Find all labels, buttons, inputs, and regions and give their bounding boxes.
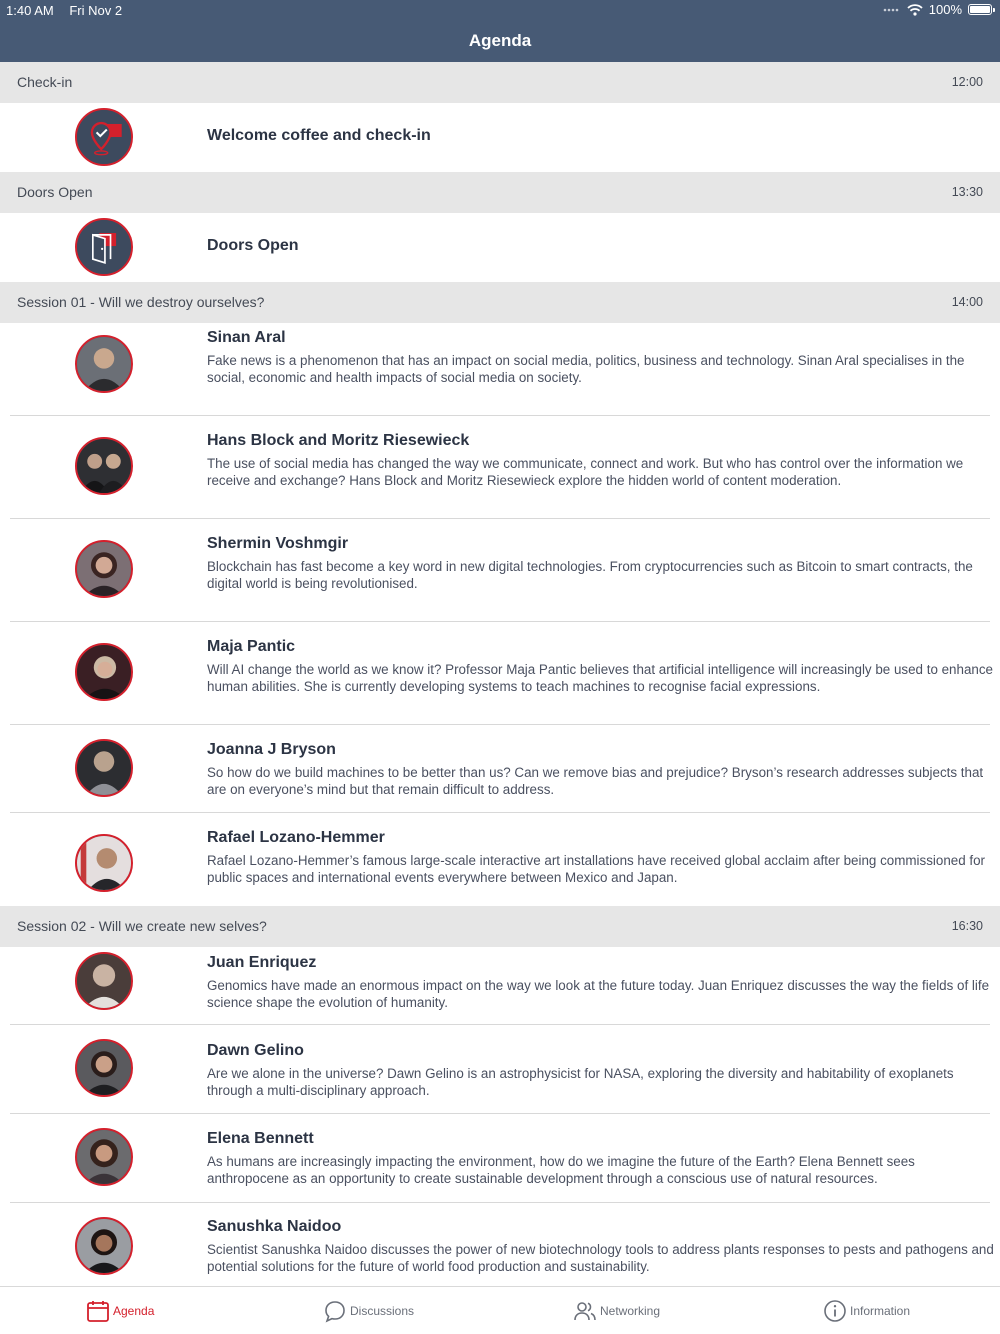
tab-discussions[interactable]: Discussions [323,1299,414,1323]
speaker-avatar [75,739,133,797]
tab-bar: Agenda Discussions Networking Informatio… [0,1286,1000,1334]
door-icon [75,218,133,276]
speaker-description: Will AI change the world as we know it? … [207,662,993,694]
speaker-description: Genomics have made an enormous impact on… [207,978,990,1010]
agenda-item-sinan-aral[interactable]: Sinan Aral Fake news is a phenomenon tha… [0,323,1000,416]
checkin-pin-icon [75,108,133,166]
section-title: Session 01 - Will we destroy ourselves? [17,294,265,310]
speaker-avatar [75,540,133,598]
speaker-name: Rafael Lozano-Hemmer [207,829,385,846]
agenda-item-shermin-voshmgir[interactable]: Shermin Voshmgir Blockchain has fast bec… [0,519,1000,622]
tab-label: Agenda [113,1304,155,1318]
section-title: Doors Open [17,184,93,200]
speaker-description: So how do we build machines to be better… [207,765,984,797]
section-time: 12:00 [951,75,983,89]
agenda-item-maja-pantic[interactable]: Maja Pantic Will AI change the world as … [0,622,1000,725]
speaker-description: Blockchain has fast become a key word in… [207,559,973,591]
speaker-name: Juan Enriquez [207,954,317,971]
page-title: Agenda [468,31,532,50]
speaker-description: Scientist Sanushka Naidoo discusses the … [207,1242,994,1274]
speaker-name: Shermin Voshmgir [207,535,349,552]
agenda-item-welcome-coffee[interactable]: Welcome coffee and check-in [0,103,1000,172]
speaker-avatar [75,335,133,393]
chat-bubble-icon [325,1301,345,1323]
speaker-description: As humans are increasingly impacting the… [207,1154,915,1186]
section-header-session-01: Session 01 - Will we destroy ourselves? … [0,282,1000,323]
info-icon [824,1300,846,1322]
wifi-icon [907,3,923,16]
section-time: 16:30 [951,919,983,933]
section-header-checkin: Check-in 12:00 [0,62,1000,103]
section-header-session-02: Session 02 - Will we create new selves? … [0,906,1000,947]
agenda-item-juan-enriquez[interactable]: Juan Enriquez Genomics have made an enor… [0,947,1000,1025]
section-time: 13:30 [951,185,983,199]
agenda-item-title: Doors Open [207,237,299,254]
tab-label: Networking [600,1304,661,1318]
tab-label: Information [850,1304,911,1318]
agenda-item-hans-block-moritz-riesewieck[interactable]: Hans Block and Moritz Riesewieck The use… [0,416,1000,519]
speaker-name: Maja Pantic [207,638,296,655]
speaker-name: Sanushka Naidoo [207,1218,342,1235]
speaker-avatar [75,437,133,495]
speaker-avatar [75,1039,133,1097]
speaker-name: Joanna J Bryson [207,741,336,758]
people-icon [574,1302,596,1321]
tab-label: Discussions [350,1304,415,1318]
speaker-avatar [75,1217,133,1275]
status-date: Fri Nov 2 [69,3,123,18]
section-header-doors-open: Doors Open 13:30 [0,172,1000,213]
agenda-item-title: Welcome coffee and check-in [207,127,431,144]
agenda-item-joanna-bryson[interactable]: Joanna J Bryson So how do we build machi… [0,725,1000,813]
battery-percent: 100% [928,2,962,17]
speaker-name: Dawn Gelino [207,1042,304,1059]
calendar-icon [87,1301,109,1322]
status-bar-left: 1:40 AM Fri Nov 2 [6,3,134,18]
speaker-name: Elena Bennett [207,1130,314,1147]
signal-dots-icon [883,8,899,11]
speaker-description: The use of social media has changed the … [207,456,964,488]
agenda-item-rafael-lozano-hemmer[interactable]: Rafael Lozano-Hemmer Rafael Lozano-Hemme… [0,813,1000,906]
agenda-item-sanushka-naidoo[interactable]: Sanushka Naidoo Scientist Sanushka Naido… [0,1203,1000,1286]
status-time: 1:40 AM [6,3,54,18]
speaker-description: Rafael Lozano-Hemmer’s famous large-scal… [207,853,986,885]
section-time: 14:00 [951,295,983,309]
speaker-avatar [75,834,133,892]
agenda-item-elena-bennett[interactable]: Elena Bennett As humans are increasingly… [0,1114,1000,1203]
speaker-name: Sinan Aral [207,329,286,346]
battery-icon [968,4,995,15]
tab-information[interactable]: Information [823,1299,910,1323]
agenda-item-doors-open[interactable]: Doors Open [0,213,1000,282]
speaker-avatar [75,952,133,1010]
status-bar-right: 100% [883,2,995,17]
speaker-avatar [75,643,133,701]
speaker-description: Fake news is a phenomenon that has an im… [207,353,965,385]
tab-agenda[interactable]: Agenda [86,1299,154,1323]
section-title: Session 02 - Will we create new selves? [17,918,267,934]
speaker-name: Hans Block and Moritz Riesewieck [207,432,470,449]
navigation-bar: 1:40 AM Fri Nov 2 100% Agenda [0,0,1000,62]
speaker-description: Are we alone in the universe? Dawn Gelin… [207,1066,954,1098]
agenda-item-dawn-gelino[interactable]: Dawn Gelino Are we alone in the universe… [0,1025,1000,1114]
tab-networking[interactable]: Networking [573,1299,660,1323]
section-title: Check-in [17,74,73,90]
speaker-avatar [75,1128,133,1186]
